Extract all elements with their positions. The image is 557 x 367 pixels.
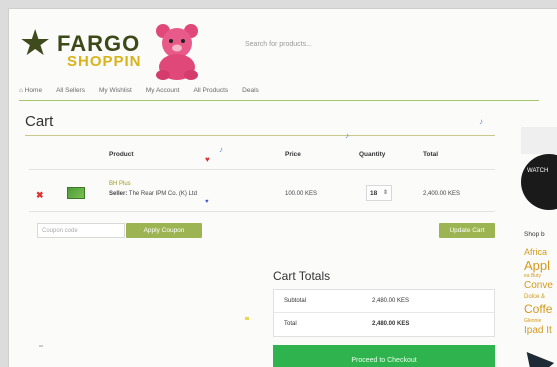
cart-totals-title: Cart Totals	[273, 269, 331, 283]
row-divider	[29, 211, 495, 212]
brand-link-beauty[interactable]: ea Buty	[524, 273, 541, 279]
title-divider	[25, 135, 495, 136]
product-thumbnail[interactable]	[67, 187, 85, 199]
apply-coupon-button[interactable]: Apply Coupon	[126, 223, 202, 238]
site-logo[interactable]: ★ FARGO SHOPPIN	[19, 21, 199, 83]
nav-home[interactable]: ⌂ Home	[19, 87, 42, 94]
seller-label: Seller:	[109, 191, 128, 197]
total-label: Total	[284, 321, 297, 327]
brand-link-conve[interactable]: Conve	[524, 280, 553, 291]
sidebar-panel	[521, 127, 557, 154]
nav-all-sellers[interactable]: All Sellers	[56, 87, 85, 94]
nav-divider	[19, 100, 539, 101]
brand-link-coffee[interactable]: Coffe	[524, 302, 552, 316]
seller-name[interactable]: The Rear IPM Co. (K) Ltd	[129, 191, 197, 197]
brand-link-dolce[interactable]: Dolce &	[524, 294, 545, 300]
music-note-icon: ♪	[219, 145, 223, 154]
product-price: 100.00 KES	[285, 191, 318, 197]
brand-link-ipad[interactable]: Ipad It	[524, 325, 552, 336]
watch-banner[interactable]: WATCH	[521, 154, 557, 210]
page-title: Cart	[25, 113, 54, 130]
music-note-icon: ♪	[479, 117, 483, 126]
page-frame: ★ FARGO SHOPPIN Search for products... ⌂…	[8, 8, 557, 367]
product-total: 2,400.00 KES	[423, 191, 461, 197]
brand-link-africa[interactable]: Africa	[524, 247, 547, 257]
nav-all-products[interactable]: All Products	[193, 87, 228, 94]
star-icon: ★	[19, 22, 52, 63]
cursor-pointer-icon	[515, 343, 555, 367]
table-row: Total 2,480.00 KES	[274, 313, 494, 336]
decorative-dash	[39, 345, 43, 347]
nav-my-wishlist[interactable]: My Wishlist	[99, 87, 132, 94]
main-nav: ⌂ Home All Sellers My Wishlist My Accoun…	[19, 83, 259, 97]
row-divider	[29, 169, 495, 170]
heart-icon: ♥	[205, 199, 209, 205]
spinner-arrows-icon[interactable]: ⇕	[383, 189, 388, 196]
col-total: Total	[423, 151, 439, 158]
proceed-to-checkout-button[interactable]: Proceed to Checkout	[273, 345, 495, 367]
decorative-dot	[245, 317, 249, 320]
remove-item-icon[interactable]: ✖	[36, 190, 44, 201]
nav-deals[interactable]: Deals	[242, 87, 259, 94]
col-product: Product	[109, 151, 134, 158]
table-row: Subtotal 2,480.00 KES	[274, 290, 494, 313]
col-price: Price	[285, 151, 301, 158]
coupon-input[interactable]: Coupon code	[37, 223, 125, 238]
total-value: 2,480.00 KES	[372, 321, 410, 327]
search-input[interactable]: Search for products...	[239, 37, 557, 55]
subtotal-label: Subtotal	[284, 298, 307, 304]
nav-my-account[interactable]: My Account	[146, 87, 180, 94]
product-name[interactable]: BH Plus	[109, 181, 131, 187]
brand-link-apple[interactable]: Appl	[524, 258, 550, 273]
heart-icon: ♥	[205, 155, 210, 164]
teddy-bear-icon	[156, 24, 198, 80]
brand-link-glennie[interactable]: Glennie	[524, 318, 541, 324]
subtotal-value: 2,480.00 KES	[372, 298, 410, 304]
logo-text-shopping: SHOPPIN	[67, 53, 142, 70]
quantity-stepper[interactable]: 18 ⇕	[366, 185, 392, 201]
quantity-value: 18	[370, 190, 378, 197]
cart-totals-table: Subtotal 2,480.00 KES Total 2,480.00 KES	[273, 289, 495, 337]
shop-by-label: Shop b	[524, 231, 545, 238]
col-quantity: Quantity	[359, 151, 386, 158]
product-seller: Seller: The Rear IPM Co. (K) Ltd	[109, 191, 197, 197]
update-cart-button[interactable]: Update Cart	[439, 223, 495, 238]
watch-banner-text: WATCH	[527, 168, 549, 174]
music-note-icon: ♪	[345, 131, 349, 140]
